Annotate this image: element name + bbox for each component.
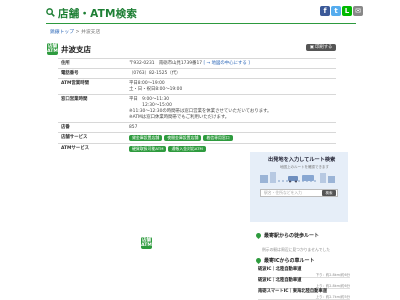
- branch-info-table: 住所 〒932-0231 南砺市山見1739番17 [ → 地図の中心にする ]…: [58, 58, 336, 154]
- atm-service-chip: 通帳入金対応ATM: [168, 145, 206, 152]
- ic-name: 砺波IC｜北陸自動車道: [258, 278, 302, 283]
- address-label: 住所: [58, 58, 126, 69]
- mail-share-icon[interactable]: ✉: [353, 6, 363, 16]
- marker-line-atm: ATM: [141, 243, 152, 248]
- service-chip: 貸金庫設置店舗: [129, 134, 163, 141]
- facebook-share-icon[interactable]: f: [320, 6, 330, 16]
- atm-hours-weekend: 土・日・祝日8:00～19:00: [129, 86, 183, 92]
- breadcrumb-home-link[interactable]: 銚銀トップ: [50, 30, 74, 35]
- address-cell: 〒932-0231 南砺市山見1739番17 [ → 地図の中心にする ]: [126, 58, 336, 69]
- table-row: 電話番号 （0763）82-1525（代）: [58, 68, 336, 79]
- nearest-station-title: 最寄駅からの徒歩ルート: [264, 233, 320, 239]
- store-atm-badge: 店舗 ATM: [47, 43, 58, 55]
- breadcrumb-current: 井波支店: [81, 30, 101, 35]
- print-label: 印刷する: [315, 45, 333, 50]
- table-row: 住所 〒932-0231 南砺市山見1739番17 [ → 地図の中心にする ]: [58, 58, 336, 69]
- page-title: 店舗・ATM検索: [58, 8, 138, 20]
- phone-value: （0763）82-1525（代）: [126, 68, 336, 79]
- page-header: 店舗・ATM検索 f t L ✉: [0, 0, 400, 24]
- route-search-button[interactable]: 検索: [322, 190, 336, 196]
- header-divider: [46, 23, 356, 24]
- map-store-marker[interactable]: 店舗 ATM: [141, 237, 152, 249]
- breadcrumb: 銚銀トップ > 井波支店: [50, 28, 100, 35]
- line-share-icon[interactable]: L: [342, 6, 352, 16]
- ic-distance: 上り：約2.7km/約5分: [315, 295, 350, 299]
- atm-services-label: ATMサービス: [58, 143, 126, 154]
- ic-route-item[interactable]: 南砺スマートIC｜東海北陸自動車道 上り：約2.7km/約5分: [258, 288, 350, 300]
- counter-hours-note-2: ※ATMは窓口休業時間帯でもご利用いただけます。: [129, 114, 230, 120]
- store-services-label: 店舗サービス: [58, 132, 126, 144]
- phone-label: 電話番号: [58, 68, 126, 79]
- table-row: 窓口営業時間 平日 9:00～11:30 12:30～15:00 ※11:30～…: [58, 94, 336, 123]
- route-illustration-icon: [260, 172, 335, 183]
- service-chip: 夜間金庫設置店舗: [164, 134, 202, 141]
- branch-name: 井波支店: [61, 45, 91, 54]
- nearest-ic-heading: 最寄ICからの車ルート: [254, 256, 315, 266]
- table-row: 店番 857: [58, 122, 336, 133]
- nearest-station-empty-note: 例示の駅は周辺に見つかりませんでした: [262, 247, 331, 252]
- table-row: ATM営業時間 平日8:00～19:00 土・日・祝日8:00～19:00: [58, 78, 336, 95]
- counter-hours-cell: 平日 9:00～11:30 12:30～15:00 ※11:30～12:30の時…: [126, 94, 336, 123]
- service-chip: 着信専用窓口: [203, 134, 233, 141]
- badge-line-atm: ATM: [47, 49, 58, 54]
- ic-name: 砺波IC｜北陸自動車道: [258, 267, 302, 272]
- route-search-panel: 出発地を入力してルート検索 地図上のルートを確認できます 駅名・住所などを入力 …: [250, 152, 348, 222]
- atm-service-chip: 硬貨取扱可能ATM: [129, 145, 167, 152]
- map-pin-icon: [254, 256, 263, 264]
- atm-hours-label: ATM営業時間: [58, 78, 126, 95]
- table-row: 店舗サービス 貸金庫設置店舗 夜間金庫設置店舗 着信専用窓口: [58, 132, 336, 144]
- search-icon: [46, 8, 55, 17]
- map-pin-icon: [254, 231, 263, 239]
- atm-hours-cell: 平日8:00～19:00 土・日・祝日8:00～19:00: [126, 78, 336, 95]
- store-services-cell: 貸金庫設置店舗 夜間金庫設置店舗 着信専用窓口: [126, 132, 336, 144]
- counter-hours-label: 窓口営業時間: [58, 94, 126, 123]
- route-search-title: 出発地を入力してルート検索: [268, 157, 336, 163]
- store-number-label: 店番: [58, 122, 126, 133]
- address-value: 〒932-0231 南砺市山見1739番17: [129, 60, 203, 66]
- nearest-ic-title: 最寄ICからの車ルート: [264, 258, 315, 264]
- map-center-link[interactable]: [ → 地図の中心にする ]: [203, 61, 249, 66]
- twitter-share-icon[interactable]: t: [331, 6, 341, 16]
- store-number-value: 857: [126, 122, 336, 133]
- print-button[interactable]: ▣ 印刷する: [306, 44, 336, 51]
- nearest-station-heading: 最寄駅からの徒歩ルート: [254, 231, 320, 241]
